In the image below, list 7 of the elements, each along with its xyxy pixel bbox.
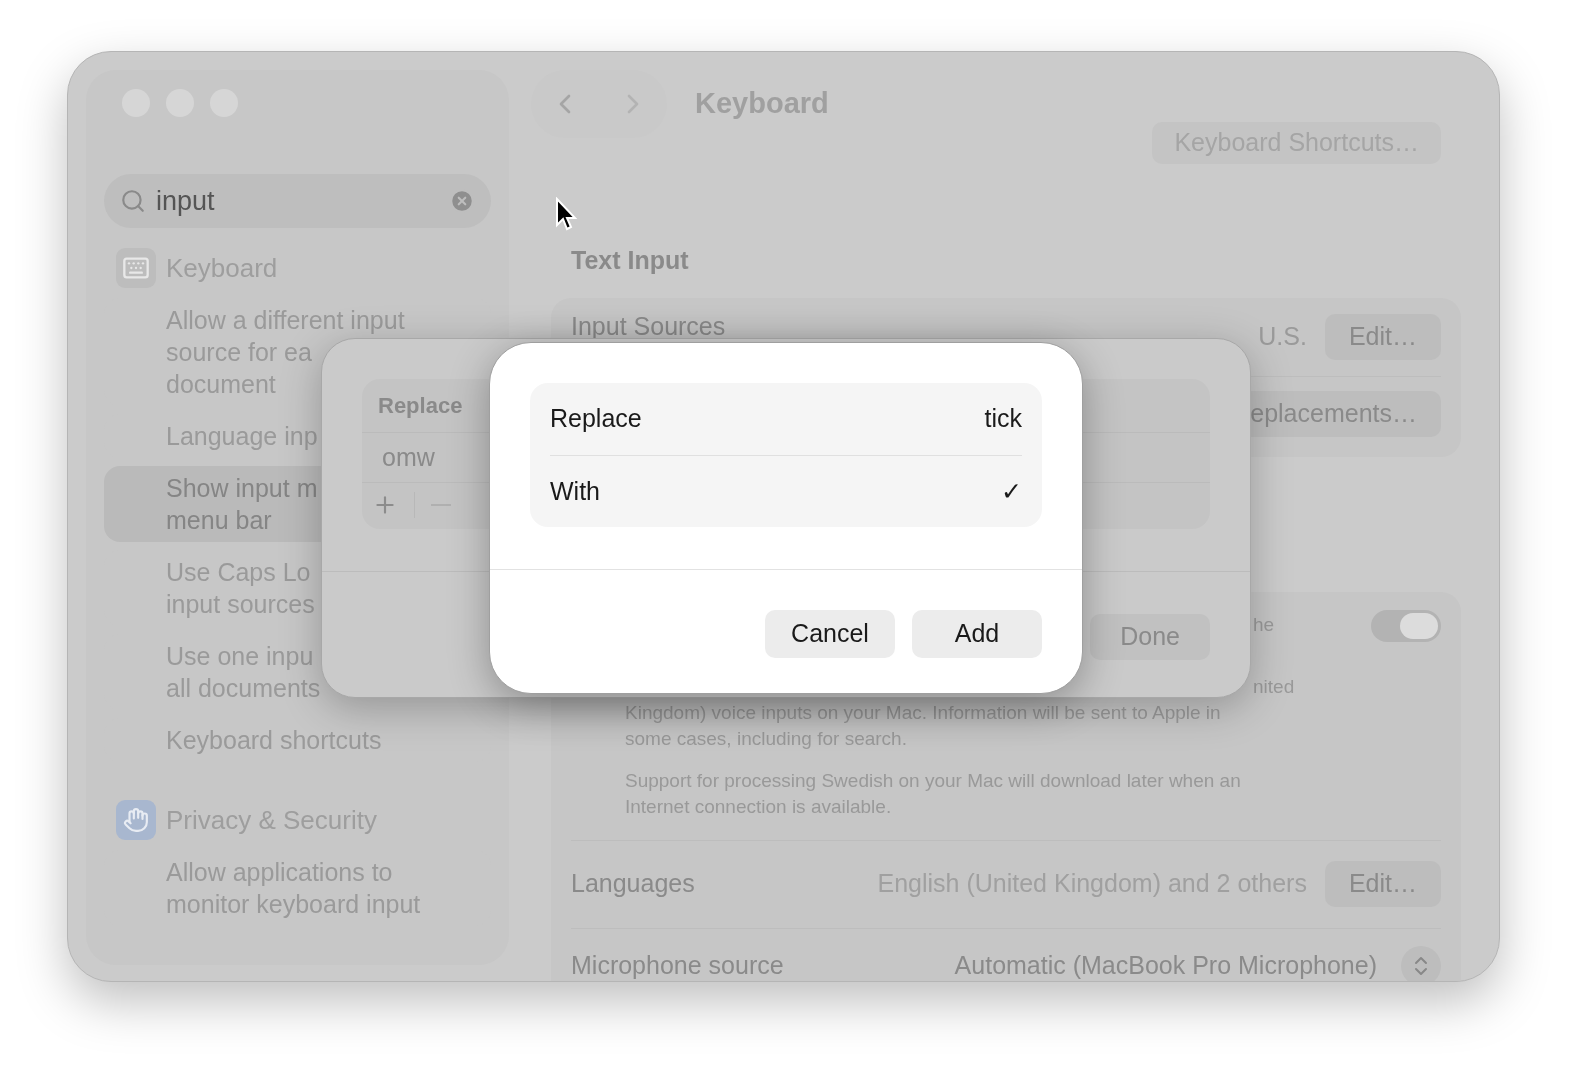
row-label: Languages bbox=[571, 868, 695, 900]
row-label: Microphone source bbox=[571, 950, 784, 981]
field-label: Replace bbox=[550, 403, 642, 435]
field-label: With bbox=[550, 475, 600, 507]
row-label: Input Sources bbox=[571, 311, 726, 340]
search-text: input bbox=[156, 184, 216, 218]
section-title: Text Input bbox=[571, 245, 690, 276]
